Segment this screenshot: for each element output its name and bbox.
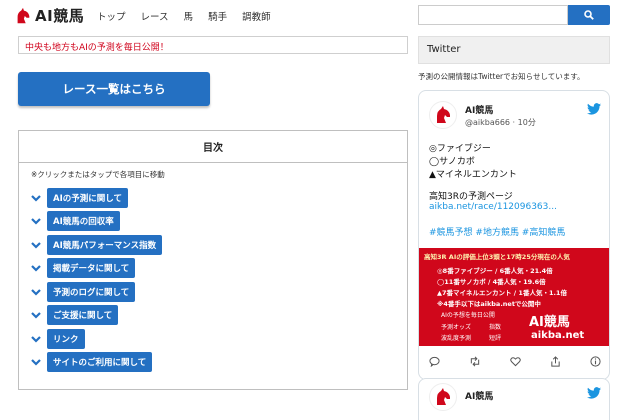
tweet-actions (429, 356, 601, 367)
toc-item[interactable]: 予測のログに関して (29, 280, 407, 304)
tweet-text-line: ◯サノカボ (429, 157, 475, 167)
toc-item-label[interactable]: 掲載データに関して (47, 258, 136, 279)
horse-logo-icon (437, 106, 450, 123)
toc-item-label[interactable]: AI競馬パフォーマンス指数 (47, 234, 163, 255)
sidebar-description: 予測の公開情報はTwitterでお知らせしています。 (418, 72, 585, 81)
toc-item[interactable]: リンク (29, 327, 407, 351)
chevron-down-icon (31, 312, 41, 319)
card-row: ◎8番ファイブジー / 6番人気・21.4倍 (437, 267, 553, 275)
nav-race[interactable]: レース (141, 9, 169, 23)
search-icon (584, 10, 594, 20)
toc-title: 目次 (19, 131, 407, 163)
main-nav: トップ レース 馬 騎手 調教師 (97, 9, 286, 23)
card-subtext: 予測オッズ (441, 324, 472, 331)
tweet-author-name[interactable]: AI競馬 (465, 389, 493, 402)
card-row: ▲7番マイネルエンカント / 1番人気・1.1倍 (437, 289, 567, 297)
chevron-down-icon (31, 335, 41, 343)
toc-item-label[interactable]: ご支援に関して (47, 305, 119, 326)
tweet-link[interactable]: aikba.net/race/112096363... (429, 202, 557, 212)
toc-item[interactable]: 掲載データに関して (29, 257, 407, 281)
nav-jockey[interactable]: 騎手 (208, 9, 227, 23)
tweet-text-line: ◎ファイブジー (429, 144, 491, 154)
site-logo[interactable]: AI競馬 (14, 5, 84, 26)
logo-text: AI競馬 (35, 7, 85, 25)
tweet-card[interactable]: AI競馬 (418, 378, 610, 420)
chevron-down-icon (31, 359, 41, 366)
table-of-contents: 目次 ※クリックまたはタップで各項目に移動 AIの予測に関して AI競馬の回収率… (18, 130, 408, 390)
toc-item-label[interactable]: AIの予測に関して (47, 187, 128, 208)
retweet-icon[interactable] (469, 356, 481, 367)
nav-trainer[interactable]: 調教師 (242, 9, 271, 23)
tweet-image-card[interactable]: 高知3R AIの評価上位3頭と17時25分現在の人気 ◎8番ファイブジー / 6… (419, 248, 609, 346)
card-subtext: 波乱度予測 (441, 335, 472, 342)
notice-banner: 中央も地方もAIの予測を毎日公開！ (18, 36, 408, 54)
chevron-down-icon (31, 288, 41, 296)
chevron-down-icon (31, 265, 41, 272)
tweet-hashtags[interactable]: #競馬予想 #地方競馬 #高知競馬 (429, 225, 565, 238)
horse-logo-icon (437, 388, 450, 405)
toc-item-label[interactable]: 予測のログに関して (47, 281, 136, 302)
card-url: aikba.net (531, 330, 585, 341)
search-button[interactable] (568, 5, 610, 25)
avatar[interactable] (429, 383, 457, 411)
tweet-author-name[interactable]: AI競馬 (465, 103, 493, 116)
tweet-author-handle[interactable]: @aikba666 · 10分 (465, 117, 536, 128)
tweet-page-title: 高知3Rの予測ページ (429, 192, 513, 202)
avatar[interactable] (429, 101, 457, 129)
toc-item-label[interactable]: AI競馬の回収率 (47, 211, 120, 232)
chevron-down-icon (31, 194, 41, 202)
card-row: ※4番手以下はaikba.netで公開中 (437, 300, 541, 308)
toc-item[interactable]: ご支援に関して (29, 304, 407, 328)
toc-item[interactable]: AI競馬の回収率 (29, 210, 407, 234)
toc-item[interactable]: AI競馬パフォーマンス指数 (29, 233, 407, 257)
toc-item-label[interactable]: サイトのご利用に関して (47, 352, 153, 373)
nav-top[interactable]: トップ (97, 9, 126, 23)
tweet-card[interactable]: AI競馬 @aikba666 · 10分 ◎ファイブジー ◯サノカボ ▲マイネル… (418, 90, 610, 380)
card-subtext: 短評 (489, 335, 502, 342)
card-subtext: 指数 (489, 324, 502, 331)
toc-list: AIの予測に関して AI競馬の回収率 AI競馬パフォーマンス指数 掲載データに関… (29, 186, 407, 374)
toc-note: ※クリックまたはタップで各項目に移動 (31, 170, 165, 179)
horse-logo-icon (17, 7, 30, 23)
card-row: ◯11番サノカボ / 4番人気・19.6倍 (437, 278, 546, 286)
toc-item[interactable]: サイトのご利用に関して (29, 351, 407, 375)
search-input[interactable] (418, 5, 568, 25)
nav-horse[interactable]: 馬 (184, 9, 194, 23)
card-brand: AI競馬 (529, 315, 570, 330)
like-icon[interactable] (510, 356, 521, 367)
card-heading: 高知3R AIの評価上位3頭と17時25分現在の人気 (424, 253, 570, 261)
tweet-text-line: ▲マイネルエンカント (429, 170, 517, 180)
share-icon[interactable] (550, 356, 561, 367)
chevron-down-icon (31, 241, 41, 249)
toc-item-label[interactable]: リンク (47, 328, 85, 349)
reply-icon[interactable] (429, 356, 440, 367)
info-icon[interactable] (590, 356, 601, 367)
sidebar-title: Twitter (418, 36, 610, 64)
twitter-bird-icon[interactable] (587, 103, 601, 115)
twitter-bird-icon[interactable] (587, 387, 601, 399)
card-subtext: AIの予想を毎日公開 (441, 312, 495, 319)
race-list-button[interactable]: レース一覧はこちら (18, 72, 210, 106)
chevron-down-icon (31, 218, 41, 225)
toc-item[interactable]: AIの予測に関して (29, 186, 407, 210)
